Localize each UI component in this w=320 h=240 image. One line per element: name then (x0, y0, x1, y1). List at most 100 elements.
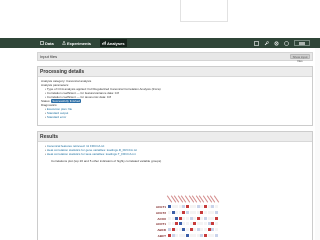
browser-top-area (0, 0, 320, 38)
flask-icon (62, 41, 66, 45)
heatmap-cell (171, 210, 175, 214)
dashboard-icon[interactable] (254, 40, 259, 46)
tab-experiments[interactable]: Experiments (60, 39, 93, 47)
heatmap-cell (175, 233, 179, 237)
diagnostics-item: • Standard error (45, 115, 67, 119)
right-edge (315, 48, 320, 240)
heatmap-cell (171, 216, 175, 220)
gear-icon[interactable] (274, 41, 279, 46)
heatmap-cell (214, 205, 218, 208)
result-item: • Heat correlation statistics for taxa v… (45, 152, 136, 156)
heatmap-cell (204, 205, 207, 208)
heatmap-cell (204, 210, 207, 214)
heatmap-cell (186, 228, 189, 232)
heatmap-cell (182, 233, 186, 237)
heatmap-cell (204, 233, 207, 237)
tab-analyses-label: Analyses (107, 40, 125, 46)
heatmap-cell (193, 210, 197, 214)
heatmap-cell (214, 222, 218, 226)
heatmap-cell (211, 216, 215, 220)
processing-title: Processing details (38, 67, 312, 77)
processing-body: Analysis category: Canonical analysis An… (38, 77, 312, 121)
input-files-title: Input files (40, 54, 58, 59)
heatmap-row-label: ABCD (157, 228, 166, 233)
heatmap-cell (200, 222, 204, 226)
heatmap-cell (186, 205, 189, 208)
heatmap-cell (211, 222, 215, 226)
heatmap-cell (200, 233, 204, 237)
heatmap-cell (204, 222, 207, 226)
navbar: Data Experiments Analyses (0, 38, 320, 48)
show-input-files-button[interactable]: Show input files (290, 54, 310, 63)
heatmap-cell (196, 205, 200, 208)
heatmap-cell (189, 205, 193, 208)
heatmap-cell (175, 205, 179, 208)
heatmap-cell (168, 233, 171, 237)
heatmap-cell (178, 222, 182, 226)
heatmap-row-label: ACGT1 (155, 205, 166, 209)
heatmap-row-label: ACOX (157, 216, 166, 221)
heatmap-cell (196, 233, 200, 237)
heatmap-cell (175, 216, 179, 220)
tab-data-label: Data (45, 40, 54, 46)
heatmap-cell (200, 205, 204, 208)
heatmap-cell (207, 205, 211, 208)
results-title: Results (38, 132, 312, 142)
heatmap-cell (186, 222, 189, 226)
heatmap-cell (182, 222, 186, 226)
heatmap-cell (168, 228, 171, 232)
heatmap-cell (196, 228, 200, 232)
heatmap-cell (168, 205, 171, 208)
heatmap-cell (200, 216, 204, 220)
heatmap-cell (211, 233, 215, 237)
tab-experiments-label: Experiments (67, 40, 92, 46)
heatmap-cell (189, 228, 193, 232)
heatmap-cell (175, 210, 179, 214)
heatmap-cell (196, 222, 200, 226)
heatmap-cell (207, 233, 211, 237)
heatmap-row-label: ACGT2 (155, 210, 166, 215)
heatmap-cell (175, 228, 179, 232)
tab-analyses[interactable]: Analyses (100, 39, 127, 47)
heatmap-cell (171, 205, 175, 208)
heatmap-cell (186, 216, 189, 220)
database-icon (40, 41, 44, 45)
heatmap-cell (207, 222, 211, 226)
heatmap-cell (193, 233, 197, 237)
heatmap-cell (207, 228, 211, 232)
heatmap-cell (171, 222, 175, 226)
user-menu-button[interactable] (294, 40, 310, 46)
heatmap-cell (168, 210, 171, 214)
heatmap-cell (182, 228, 186, 232)
input-files-bar: Input files Show input files (37, 52, 313, 63)
heatmap-cell (214, 210, 218, 214)
heatmap-cell (182, 205, 186, 208)
help-icon[interactable] (284, 40, 289, 46)
wrench-icon[interactable] (264, 40, 269, 46)
heatmap-cell (196, 210, 200, 214)
heatmap-cell (211, 205, 215, 208)
heatmap-cell (178, 233, 182, 237)
heatmap-cell (175, 222, 179, 226)
heatmap-cell (168, 216, 171, 220)
tab-data[interactable]: Data (38, 39, 56, 47)
heatmap-cell (204, 228, 207, 232)
correlation-heatmap: ACGT1 ACGT2 ACOX ACOT1 ABCD ABCT (148, 195, 298, 240)
heatmap-cell (207, 210, 211, 214)
heatmap-cell (186, 210, 189, 214)
heatmap-cell (193, 205, 197, 208)
heatmap-row-label: ABCT (157, 233, 166, 238)
heatmap-cell (211, 210, 215, 214)
heatmap-cell (204, 216, 207, 220)
heatmap-cell (189, 216, 193, 220)
heatmap-cell (207, 216, 211, 220)
blank-tab (180, 0, 228, 22)
heatmap-cell (193, 228, 197, 232)
heatmap-cell (189, 233, 193, 237)
chart-icon (102, 41, 106, 45)
results-body: • Canonical features retrieved: 11 FRCCA… (38, 142, 312, 165)
heatmap-cell (186, 233, 189, 237)
heatmap-cell (214, 233, 218, 237)
heatmap-cell (214, 228, 218, 232)
heatmap-cell (178, 210, 182, 214)
